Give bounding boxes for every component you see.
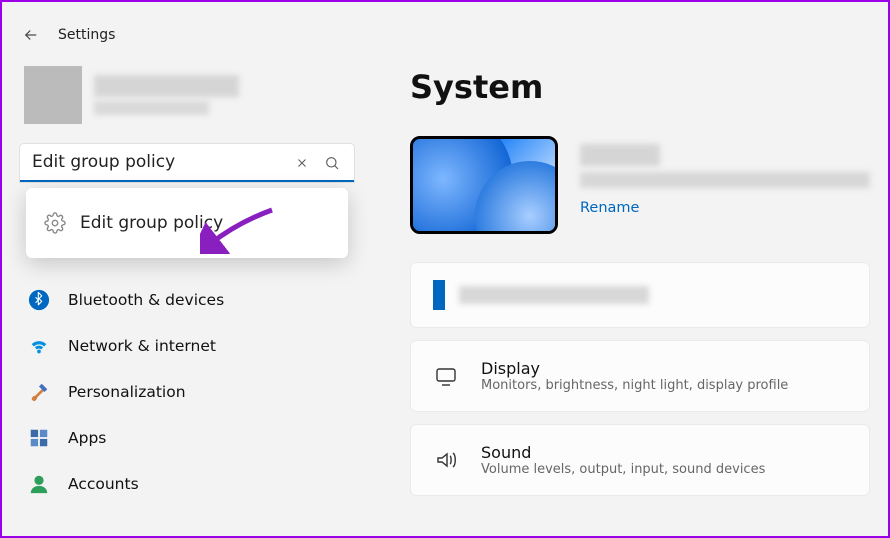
back-button[interactable]	[22, 26, 40, 44]
setting-title: Sound	[481, 443, 765, 462]
profile-info	[94, 75, 239, 115]
nav-label: Personalization	[68, 383, 186, 401]
gear-icon	[44, 212, 66, 234]
sound-icon	[433, 447, 459, 473]
sidebar-item-network[interactable]: Network & internet	[14, 324, 360, 368]
device-summary: Rename	[410, 136, 870, 234]
profile-name-redacted	[94, 75, 239, 97]
sidebar-item-apps[interactable]: Apps	[14, 416, 360, 460]
device-model-redacted	[580, 172, 870, 188]
setting-sub: Volume levels, output, input, sound devi…	[481, 462, 765, 477]
nav-label: Bluetooth & devices	[68, 291, 224, 309]
setting-sub: Monitors, brightness, night light, displ…	[481, 378, 788, 393]
suggestion-edit-group-policy[interactable]: Edit group policy	[26, 202, 348, 244]
setting-sound[interactable]: Sound Volume levels, output, input, soun…	[410, 424, 870, 496]
wifi-icon	[28, 335, 50, 357]
status-card[interactable]	[410, 262, 870, 328]
sidebar-item-bluetooth[interactable]: Bluetooth & devices	[14, 278, 360, 322]
setting-title: Display	[481, 359, 788, 378]
nav-label: Apps	[68, 429, 106, 447]
sidebar-item-personalization[interactable]: Personalization	[14, 370, 360, 414]
nav-label: Accounts	[68, 475, 139, 493]
search-container: Edit group policy	[20, 144, 354, 182]
setting-display[interactable]: Display Monitors, brightness, night ligh…	[410, 340, 870, 412]
rename-button[interactable]: Rename	[580, 200, 639, 216]
bluetooth-icon	[28, 289, 50, 311]
nav-list: Bluetooth & devices Network & internet P…	[14, 278, 360, 506]
device-thumbnail[interactable]	[410, 136, 558, 234]
paintbrush-icon	[28, 381, 50, 403]
avatar	[24, 66, 82, 124]
main-panel: System Rename Display Monitors, brightne…	[372, 52, 888, 536]
search-suggestions: Edit group policy	[26, 188, 348, 258]
clear-search-button[interactable]	[292, 153, 312, 173]
person-icon	[28, 473, 50, 495]
sidebar-item-accounts[interactable]: Accounts	[14, 462, 360, 506]
profile-email-redacted	[94, 101, 209, 115]
page-title: System	[410, 68, 870, 106]
status-indicator	[433, 280, 445, 310]
device-name-redacted	[580, 144, 660, 166]
user-profile[interactable]	[14, 62, 360, 144]
nav-label: Network & internet	[68, 337, 216, 355]
sidebar: Edit group policy Bluetooth & devices Ne…	[2, 52, 372, 536]
apps-icon	[28, 427, 50, 449]
search-icon[interactable]	[322, 153, 342, 173]
status-text-redacted	[459, 286, 649, 304]
app-title: Settings	[58, 27, 115, 43]
suggestion-label: Edit group policy	[80, 213, 223, 233]
display-icon	[433, 363, 459, 389]
